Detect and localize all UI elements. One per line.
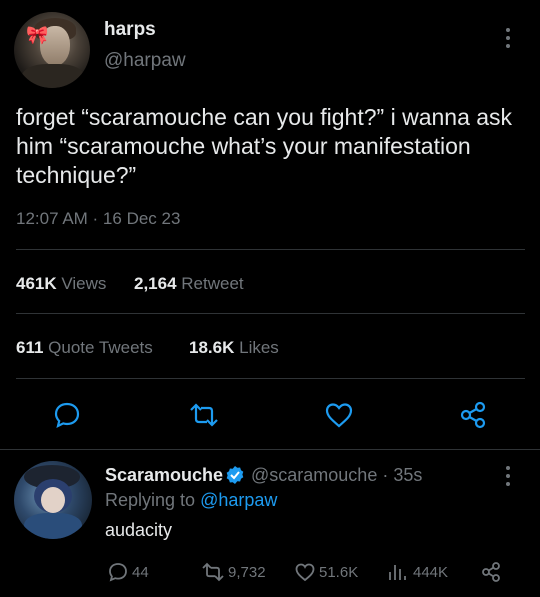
author-handle[interactable]: @harpaw: [104, 50, 186, 72]
share-icon[interactable]: [458, 400, 488, 430]
reply-author-avatar[interactable]: [14, 461, 92, 539]
retweet-icon[interactable]: [188, 400, 220, 430]
reply-replies-metric[interactable]: 44: [107, 561, 149, 583]
divider: [16, 249, 525, 250]
views-count: 461K: [16, 274, 57, 293]
author-name[interactable]: harps: [104, 19, 156, 41]
likes-stat[interactable]: 18.6K Likes: [189, 338, 279, 358]
retweets-label: Retweet: [181, 274, 244, 293]
retweets-stat[interactable]: 2,164 Retweet: [134, 274, 244, 294]
quotes-count: 611: [16, 338, 44, 357]
reply-author-handle[interactable]: @scaramouche · 35s: [251, 465, 422, 486]
like-icon: [295, 563, 315, 582]
quotes-label: Quote Tweets: [48, 338, 153, 357]
reply-author-name[interactable]: Scaramouche: [105, 465, 223, 486]
reply-icon[interactable]: [52, 400, 82, 430]
views-bar-icon: [389, 565, 406, 580]
divider: [16, 313, 525, 314]
reply-icon: [109, 563, 127, 582]
retweets-count: 2,164: [134, 274, 177, 293]
tweet-timestamp[interactable]: 12:07 AM · 16 Dec 23: [16, 209, 180, 229]
quotes-stat[interactable]: 611 Quote Tweets: [16, 338, 153, 358]
reply-likes-count: 51.6K: [319, 563, 359, 581]
reply-replies-count: 44: [132, 563, 149, 581]
reply-share-icon[interactable]: [480, 561, 505, 583]
divider: [16, 378, 525, 379]
likes-count: 18.6K: [189, 338, 235, 357]
replying-handle-link[interactable]: @harpaw: [200, 490, 277, 510]
replying-to: Replying to @harpaw: [105, 490, 277, 511]
views-stat[interactable]: 461K Views: [16, 274, 106, 294]
views-label: Views: [61, 274, 107, 293]
tweet-text: forget “scaramouche can you fight?” i wa…: [16, 104, 513, 188]
reply-views-count: 444K: [413, 563, 449, 581]
reply-retweets-metric[interactable]: 9,732: [201, 561, 266, 583]
author-avatar[interactable]: 🎀: [14, 12, 90, 88]
divider: [0, 449, 540, 450]
replying-prefix: Replying to: [105, 490, 196, 510]
verified-badge-icon: [225, 465, 245, 485]
reply-more-options-icon[interactable]: [506, 466, 512, 490]
reply-retweets-count: 9,732: [228, 563, 266, 581]
more-options-icon[interactable]: [506, 28, 512, 52]
retweet-icon: [202, 562, 224, 582]
reply-text: audacity: [105, 520, 173, 540]
reply-views-metric[interactable]: 444K: [386, 561, 448, 583]
bow-icon: 🎀: [26, 25, 49, 45]
reply-likes-metric[interactable]: 51.6K: [294, 561, 358, 583]
like-icon[interactable]: [324, 400, 354, 430]
likes-label: Likes: [239, 338, 279, 357]
